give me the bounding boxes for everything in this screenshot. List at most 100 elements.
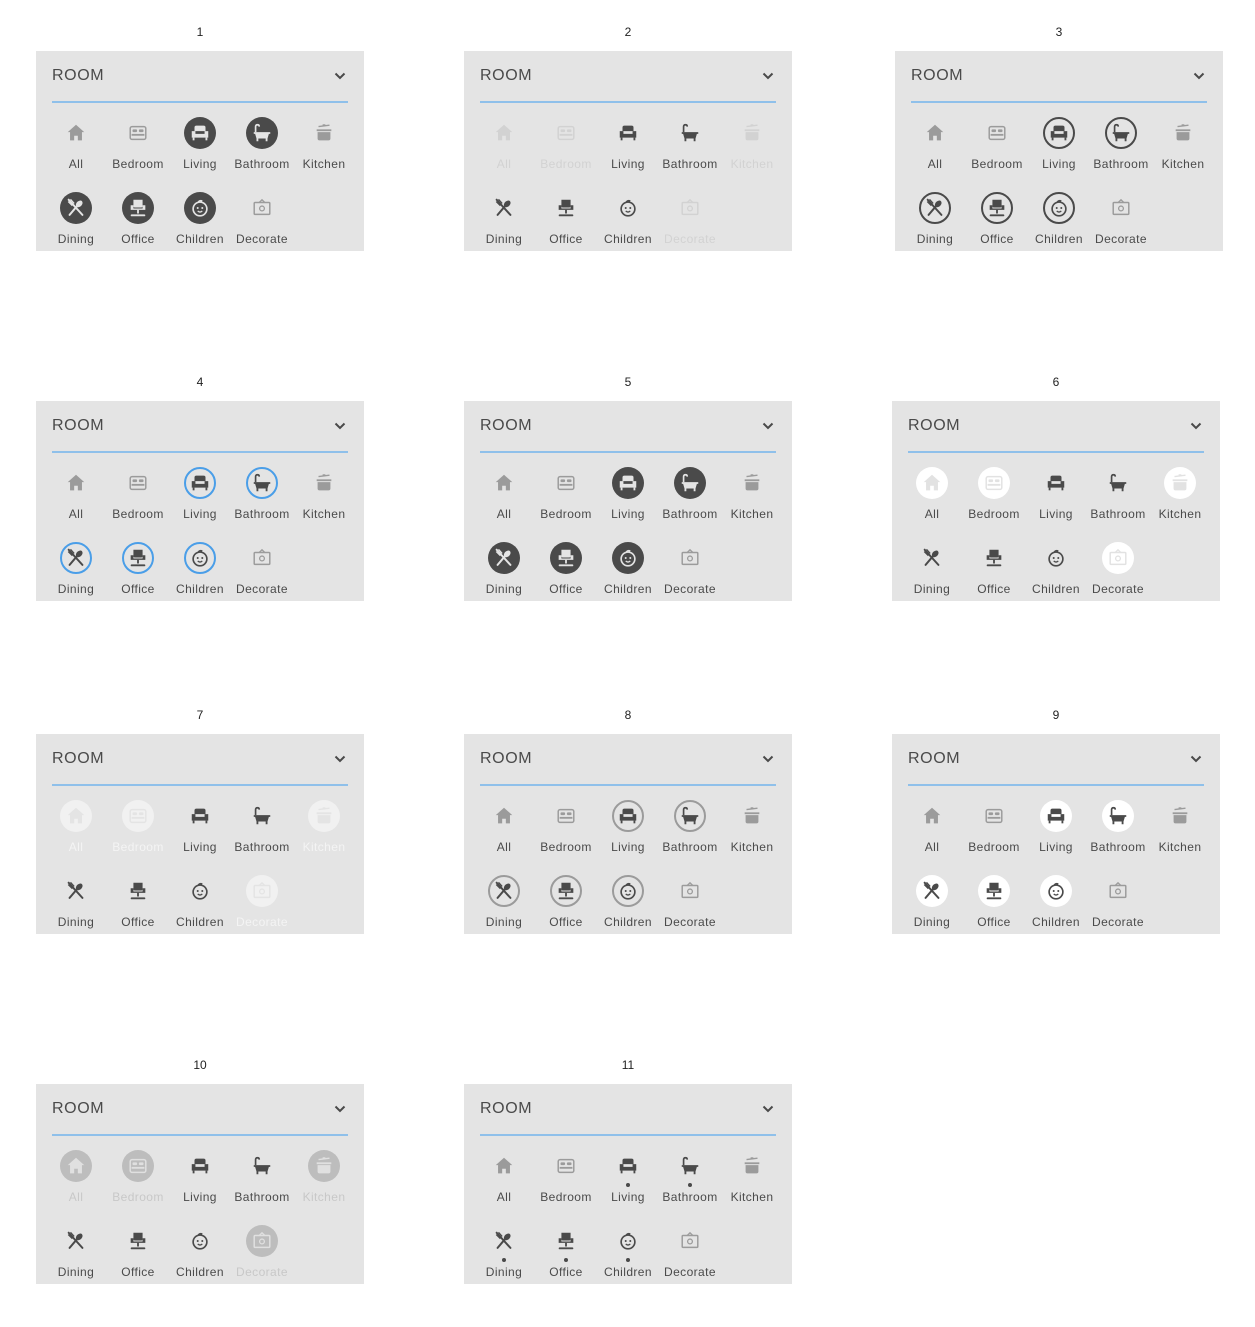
category-bathroom[interactable]: Bathroom: [231, 800, 293, 864]
category-dining[interactable]: Dining: [901, 875, 963, 939]
category-children[interactable]: Children: [597, 875, 659, 939]
category-living[interactable]: Living: [169, 1150, 231, 1214]
category-children[interactable]: Children: [169, 192, 231, 256]
category-bathroom[interactable]: Bathroom: [659, 467, 721, 531]
chevron-down-icon[interactable]: [1190, 752, 1202, 764]
category-dining[interactable]: Dining: [45, 192, 107, 256]
category-decorate[interactable]: Decorate: [1087, 875, 1149, 939]
category-decorate[interactable]: Decorate: [231, 192, 293, 256]
category-decorate[interactable]: Decorate: [659, 875, 721, 939]
category-decorate[interactable]: Decorate: [1090, 192, 1152, 256]
category-all[interactable]: All: [45, 800, 107, 864]
room-dropdown-header[interactable]: ROOM: [480, 51, 776, 103]
category-living[interactable]: Living: [597, 467, 659, 531]
category-dining[interactable]: Dining: [904, 192, 966, 256]
category-children[interactable]: Children: [597, 542, 659, 606]
category-all[interactable]: All: [45, 467, 107, 531]
category-all[interactable]: All: [473, 467, 535, 531]
category-bathroom[interactable]: Bathroom: [659, 1150, 721, 1214]
category-dining[interactable]: Dining: [473, 542, 535, 606]
category-children[interactable]: Children: [597, 192, 659, 256]
category-living[interactable]: Living: [597, 117, 659, 181]
category-decorate[interactable]: Decorate: [1087, 542, 1149, 606]
category-decorate[interactable]: Decorate: [231, 542, 293, 606]
category-children[interactable]: Children: [1028, 192, 1090, 256]
category-all[interactable]: All: [904, 117, 966, 181]
category-dining[interactable]: Dining: [473, 1225, 535, 1289]
room-dropdown-header[interactable]: ROOM: [480, 401, 776, 453]
category-living[interactable]: Living: [597, 1150, 659, 1214]
category-dining[interactable]: Dining: [473, 875, 535, 939]
category-bathroom[interactable]: Bathroom: [659, 800, 721, 864]
category-decorate[interactable]: Decorate: [231, 875, 293, 939]
category-bedroom[interactable]: Bedroom: [963, 467, 1025, 531]
category-office[interactable]: Office: [107, 875, 169, 939]
category-bedroom[interactable]: Bedroom: [535, 467, 597, 531]
category-children[interactable]: Children: [169, 875, 231, 939]
category-bathroom[interactable]: Bathroom: [231, 467, 293, 531]
category-children[interactable]: Children: [169, 542, 231, 606]
category-bathroom[interactable]: Bathroom: [659, 117, 721, 181]
room-dropdown-header[interactable]: ROOM: [52, 401, 348, 453]
category-bedroom[interactable]: Bedroom: [966, 117, 1028, 181]
category-dining[interactable]: Dining: [901, 542, 963, 606]
category-office[interactable]: Office: [535, 192, 597, 256]
category-children[interactable]: Children: [1025, 542, 1087, 606]
room-dropdown-header[interactable]: ROOM: [52, 51, 348, 103]
chevron-down-icon[interactable]: [334, 1102, 346, 1114]
category-bathroom[interactable]: Bathroom: [231, 1150, 293, 1214]
category-living[interactable]: Living: [169, 117, 231, 181]
category-kitchen[interactable]: Kitchen: [721, 117, 783, 181]
category-decorate[interactable]: Decorate: [659, 542, 721, 606]
category-decorate[interactable]: Decorate: [659, 192, 721, 256]
chevron-down-icon[interactable]: [762, 419, 774, 431]
category-kitchen[interactable]: Kitchen: [1149, 800, 1211, 864]
category-children[interactable]: Children: [597, 1225, 659, 1289]
room-dropdown-header[interactable]: ROOM: [52, 1084, 348, 1136]
category-children[interactable]: Children: [169, 1225, 231, 1289]
category-living[interactable]: Living: [597, 800, 659, 864]
category-office[interactable]: Office: [107, 1225, 169, 1289]
category-bedroom[interactable]: Bedroom: [107, 467, 169, 531]
category-all[interactable]: All: [473, 1150, 535, 1214]
chevron-down-icon[interactable]: [334, 69, 346, 81]
category-kitchen[interactable]: Kitchen: [293, 800, 355, 864]
category-bathroom[interactable]: Bathroom: [231, 117, 293, 181]
category-bedroom[interactable]: Bedroom: [535, 117, 597, 181]
room-dropdown-header[interactable]: ROOM: [480, 734, 776, 786]
room-dropdown-header[interactable]: ROOM: [480, 1084, 776, 1136]
category-dining[interactable]: Dining: [473, 192, 535, 256]
category-office[interactable]: Office: [535, 542, 597, 606]
category-office[interactable]: Office: [107, 192, 169, 256]
category-living[interactable]: Living: [169, 800, 231, 864]
category-living[interactable]: Living: [1025, 800, 1087, 864]
category-all[interactable]: All: [45, 117, 107, 181]
room-dropdown-header[interactable]: ROOM: [52, 734, 348, 786]
category-bedroom[interactable]: Bedroom: [107, 117, 169, 181]
category-kitchen[interactable]: Kitchen: [1149, 467, 1211, 531]
category-office[interactable]: Office: [535, 875, 597, 939]
category-living[interactable]: Living: [169, 467, 231, 531]
category-kitchen[interactable]: Kitchen: [721, 467, 783, 531]
category-bedroom[interactable]: Bedroom: [107, 800, 169, 864]
chevron-down-icon[interactable]: [334, 419, 346, 431]
category-office[interactable]: Office: [966, 192, 1028, 256]
category-living[interactable]: Living: [1025, 467, 1087, 531]
category-bedroom[interactable]: Bedroom: [963, 800, 1025, 864]
category-bathroom[interactable]: Bathroom: [1087, 467, 1149, 531]
category-kitchen[interactable]: Kitchen: [293, 1150, 355, 1214]
category-all[interactable]: All: [901, 800, 963, 864]
chevron-down-icon[interactable]: [1193, 69, 1205, 81]
category-kitchen[interactable]: Kitchen: [721, 800, 783, 864]
category-kitchen[interactable]: Kitchen: [293, 117, 355, 181]
category-children[interactable]: Children: [1025, 875, 1087, 939]
category-bathroom[interactable]: Bathroom: [1090, 117, 1152, 181]
category-decorate[interactable]: Decorate: [231, 1225, 293, 1289]
chevron-down-icon[interactable]: [1190, 419, 1202, 431]
category-bedroom[interactable]: Bedroom: [535, 800, 597, 864]
category-living[interactable]: Living: [1028, 117, 1090, 181]
category-decorate[interactable]: Decorate: [659, 1225, 721, 1289]
category-kitchen[interactable]: Kitchen: [721, 1150, 783, 1214]
category-kitchen[interactable]: Kitchen: [293, 467, 355, 531]
category-dining[interactable]: Dining: [45, 542, 107, 606]
